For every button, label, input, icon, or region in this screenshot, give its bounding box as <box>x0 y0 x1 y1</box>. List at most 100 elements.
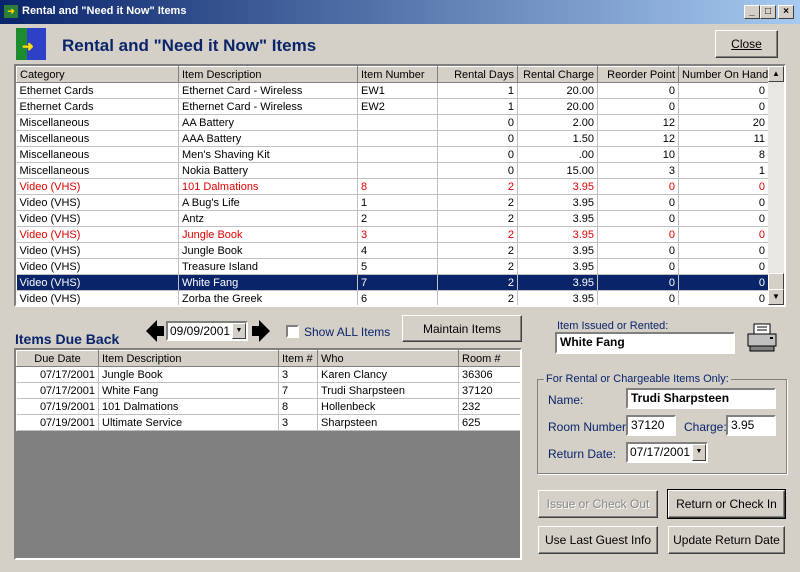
cell-num: 3 <box>357 226 438 243</box>
cell-desc: Ethernet Card - Wireless <box>178 98 358 115</box>
return-button[interactable]: Return or Check In <box>667 489 786 519</box>
col-due-item-number[interactable]: Item # <box>278 350 318 367</box>
due-cell-room: 36306 <box>458 366 520 383</box>
arrow-right-icon[interactable] <box>252 320 270 345</box>
due-back-row[interactable]: 07/17/2001 Jungle Book 3 Karen Clancy 36306 <box>16 366 520 383</box>
window-title: Rental and "Need it Now" Items <box>22 5 187 17</box>
col-due-room[interactable]: Room # <box>458 350 520 367</box>
minimize-button[interactable]: _ <box>744 5 760 19</box>
table-row[interactable]: Miscellaneous AAA Battery 0 1.50 12 11 <box>16 130 769 147</box>
arrow-left-icon[interactable] <box>146 320 164 345</box>
cell-num: 5 <box>357 258 438 275</box>
items-grid[interactable]: Category Item Description Item Number Re… <box>14 64 786 307</box>
cell-cat: Miscellaneous <box>16 130 179 147</box>
cell-reorder: 0 <box>597 98 679 115</box>
cell-onhand: 8 <box>678 146 769 163</box>
maintain-items-button[interactable]: Maintain Items <box>402 315 522 342</box>
due-cell-desc: 101 Dalmations <box>98 398 279 415</box>
return-date-label: Return Date: <box>548 447 617 461</box>
table-row[interactable]: Miscellaneous AA Battery 0 2.00 12 20 <box>16 114 769 131</box>
due-back-header-row: Due Date Item Description Item # Who Roo… <box>16 350 520 367</box>
cell-days: 2 <box>437 210 518 227</box>
due-back-row[interactable]: 07/19/2001 101 Dalmations 8 Hollenbeck 232 <box>16 398 520 415</box>
title-bar: ➜ Rental and "Need it Now" Items _ □ × <box>0 0 800 24</box>
col-category[interactable]: Category <box>16 66 179 83</box>
table-row[interactable]: Miscellaneous Men's Shaving Kit 0.00 10 8 <box>16 146 769 163</box>
return-date-picker[interactable]: 07/17/2001 ▼ <box>626 442 708 463</box>
maximize-button[interactable]: □ <box>760 5 776 19</box>
cell-onhand: 0 <box>678 242 769 259</box>
scroll-up-icon[interactable]: ▲ <box>768 66 784 82</box>
due-cell-due: 07/17/2001 <box>16 366 99 383</box>
room-number-field[interactable]: 37120 <box>626 415 676 436</box>
due-back-row[interactable]: 07/19/2001 Ultimate Service 3 Sharpsteen 625 <box>16 414 520 431</box>
update-return-date-button[interactable]: Update Return Date <box>668 526 785 554</box>
col-rental-days[interactable]: Rental Days <box>437 66 518 83</box>
due-cell-desc: Ultimate Service <box>98 414 279 431</box>
issue-button[interactable]: Issue or Check Out <box>538 490 658 518</box>
cell-charge: 15.00 <box>517 162 598 179</box>
due-cell-room: 625 <box>458 414 520 431</box>
issued-item-field[interactable]: White Fang <box>555 332 735 354</box>
cell-cat: Ethernet Cards <box>16 98 179 115</box>
table-row[interactable]: Ethernet Cards Ethernet Card - Wireless EW… <box>16 82 769 99</box>
due-back-grid[interactable]: Due Date Item Description Item # Who Roo… <box>14 348 522 560</box>
use-last-guest-button[interactable]: Use Last Guest Info <box>538 526 658 554</box>
cell-onhand: 0 <box>678 210 769 227</box>
col-reorder-point[interactable]: Reorder Point <box>597 66 679 83</box>
cell-desc: Ethernet Card - Wireless <box>178 82 358 99</box>
printer-icon[interactable] <box>746 322 778 357</box>
return-date-dropdown-icon[interactable]: ▼ <box>692 444 706 461</box>
table-row[interactable]: Video (VHS) A Bug's Life 1 2 3.95 0 0 <box>16 194 769 211</box>
cell-cat: Video (VHS) <box>16 242 179 259</box>
table-row[interactable]: Video (VHS) Jungle Book 3 2 3.95 0 0 <box>16 226 769 243</box>
show-all-checkbox[interactable] <box>286 325 299 338</box>
due-cell-item: 7 <box>278 382 318 399</box>
items-scrollbar[interactable]: ▲ ▼ <box>768 66 784 305</box>
cell-days: 2 <box>437 194 518 211</box>
cell-onhand: 11 <box>678 130 769 147</box>
cell-onhand: 0 <box>678 178 769 195</box>
table-row[interactable]: Video (VHS) Treasure Island 5 2 3.95 0 0 <box>16 258 769 275</box>
cell-desc: Zorba the Greek <box>178 290 358 305</box>
table-row[interactable]: Video (VHS) Antz 2 2 3.95 0 0 <box>16 210 769 227</box>
cell-num: EW1 <box>357 82 438 99</box>
table-row[interactable]: Miscellaneous Nokia Battery 0 15.00 3 1 <box>16 162 769 179</box>
close-button[interactable]: Close <box>715 30 778 58</box>
show-all-label[interactable]: Show ALL Items <box>304 325 390 339</box>
col-item-description[interactable]: Item Description <box>178 66 358 83</box>
dropdown-arrow-icon[interactable]: ▼ <box>232 323 246 339</box>
table-row[interactable]: Video (VHS) White Fang 7 2 3.95 0 0 <box>16 274 769 291</box>
cell-onhand: 20 <box>678 114 769 131</box>
due-date-picker[interactable]: 09/09/2001 ▼ <box>166 321 248 341</box>
cell-num: 8 <box>357 178 438 195</box>
charge-field[interactable]: 3.95 <box>726 415 776 436</box>
table-row[interactable]: Ethernet Cards Ethernet Card - Wireless EW… <box>16 98 769 115</box>
due-cell-room: 37120 <box>458 382 520 399</box>
cell-num: 6 <box>357 290 438 305</box>
scroll-down-icon[interactable]: ▼ <box>768 289 784 305</box>
table-row[interactable]: Video (VHS) 101 Dalmations 8 2 3.95 0 0 <box>16 178 769 195</box>
due-cell-desc: Jungle Book <box>98 366 279 383</box>
col-item-number[interactable]: Item Number <box>357 66 438 83</box>
due-cell-desc: White Fang <box>98 382 279 399</box>
cell-desc: Nokia Battery <box>178 162 358 179</box>
col-due-who[interactable]: Who <box>317 350 459 367</box>
charge-label: Charge: <box>684 420 727 434</box>
col-rental-charge[interactable]: Rental Charge <box>517 66 598 83</box>
close-window-button[interactable]: × <box>778 5 794 19</box>
cell-days: 0 <box>437 162 518 179</box>
cell-num: 2 <box>357 210 438 227</box>
table-row[interactable]: Video (VHS) Jungle Book 4 2 3.95 0 0 <box>16 242 769 259</box>
cell-cat: Video (VHS) <box>16 178 179 195</box>
due-back-row[interactable]: 07/17/2001 White Fang 7 Trudi Sharpsteen 371… <box>16 382 520 399</box>
col-due-date[interactable]: Due Date <box>16 350 99 367</box>
cell-days: 2 <box>437 258 518 275</box>
cell-onhand: 0 <box>678 226 769 243</box>
col-due-item-description[interactable]: Item Description <box>98 350 279 367</box>
issued-label: Item Issued or Rented: <box>557 320 669 332</box>
due-cell-who: Trudi Sharpsteen <box>317 382 459 399</box>
col-number-on-hand[interactable]: Number On Hand <box>678 66 769 83</box>
table-row[interactable]: Video (VHS) Zorba the Greek 6 2 3.95 0 0 <box>16 290 769 305</box>
name-field[interactable]: Trudi Sharpsteen <box>626 388 776 409</box>
